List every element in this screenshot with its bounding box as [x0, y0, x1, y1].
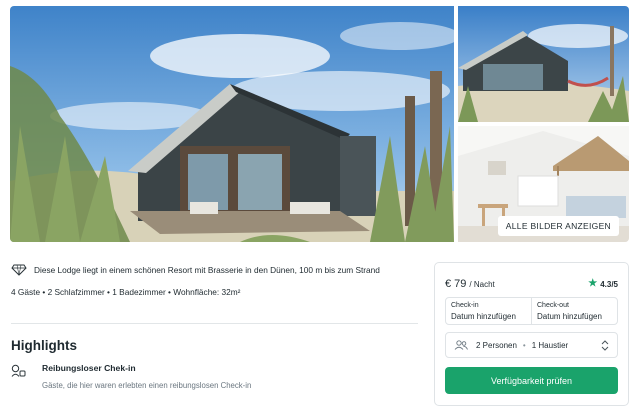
checkout-label: Check-out [537, 302, 569, 309]
date-picker: Check-in Datum hinzufügen Check-out Datu… [445, 297, 618, 325]
price-value: € 79 [445, 278, 467, 290]
booking-card: € 79 / Nacht ★ 4.3/5 Check-in Datum hinz… [434, 262, 629, 406]
guests-separator: • [522, 340, 526, 350]
rating-value: 4.3/5 [600, 279, 618, 289]
pets-value: 1 Haustier [531, 340, 569, 350]
highlight-description: Gäste, die hier waren erlebten einen rei… [42, 381, 252, 390]
listing-facts: 4 Gäste • 2 Schlafzimmer • 1 Badezimmer … [11, 287, 241, 297]
checkin-label: Check-in [451, 302, 479, 309]
rating: ★ 4.3/5 [588, 279, 618, 289]
price-row: € 79 / Nacht [445, 278, 495, 290]
description-row: Diese Lodge liegt in einem schönen Resor… [11, 264, 380, 276]
checkout-field[interactable]: Check-out Datum hinzufügen [531, 298, 617, 324]
guests-value: 2 Personen [476, 340, 517, 350]
side-photo-exterior[interactable] [458, 6, 629, 122]
show-all-photos-button[interactable]: ALLE BILDER ANZEIGEN [497, 216, 619, 236]
checkin-value: Datum hinzufügen [451, 312, 516, 321]
highlight-title: Reibungsloser Chek-in [42, 363, 136, 373]
checkout-value: Datum hinzufügen [537, 312, 602, 321]
main-photo[interactable] [10, 6, 454, 242]
price-unit: / Nacht [469, 280, 495, 289]
check-availability-button[interactable]: Verfügbarkeit prüfen [445, 367, 618, 394]
highlights-heading: Highlights [11, 338, 77, 353]
chevron-updown-icon [601, 339, 609, 351]
section-divider [11, 323, 418, 324]
side-photo-interior[interactable]: ALLE BILDER ANZEIGEN [458, 126, 629, 242]
people-icon [454, 340, 468, 350]
guests-selector[interactable]: 2 Personen • 1 Haustier [445, 332, 618, 358]
star-icon: ★ [588, 278, 598, 289]
key-icon [11, 364, 26, 377]
photo-gallery: ALLE BILDER ANZEIGEN [10, 6, 629, 242]
listing-description: Diese Lodge liegt in einem schönen Resor… [34, 265, 380, 275]
checkin-field[interactable]: Check-in Datum hinzufügen [446, 298, 531, 324]
diamond-icon [11, 264, 27, 276]
